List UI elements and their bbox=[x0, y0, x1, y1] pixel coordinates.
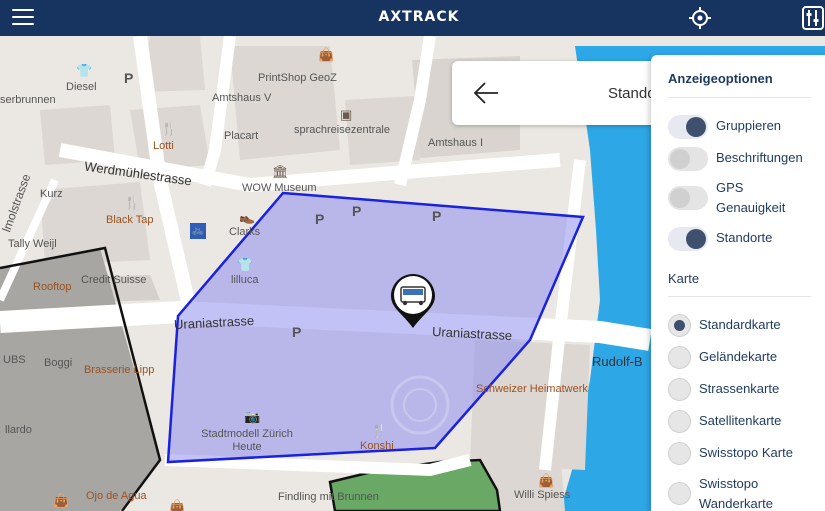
toggle-switch[interactable] bbox=[668, 227, 708, 251]
arrow-left-icon[interactable] bbox=[472, 81, 500, 105]
display-options-panel: Anzeigeoptionen Gruppieren Beschriftunge… bbox=[651, 55, 825, 511]
parking-icon: P bbox=[352, 203, 362, 219]
place-label: Schweizer Heimatwerk bbox=[476, 383, 588, 395]
place-label: llardo bbox=[5, 424, 32, 436]
place-label: Boggi bbox=[44, 357, 73, 369]
place-label: lilluca bbox=[231, 274, 259, 286]
place-label: Black Tap bbox=[106, 214, 154, 226]
shop-icon: 👜 bbox=[169, 499, 186, 511]
radio-street-map[interactable]: Strassenkarte bbox=[668, 378, 818, 402]
radio-label: Standardkarte bbox=[699, 317, 781, 332]
place-label: Rooftop bbox=[33, 281, 72, 293]
radio-terrain-map[interactable]: Geländekarte bbox=[668, 346, 818, 370]
place-label: Placart bbox=[224, 130, 259, 142]
radio-swisstopo-map[interactable]: Swisstopo Karte bbox=[668, 442, 818, 466]
crosshair-icon[interactable] bbox=[688, 6, 712, 30]
radio-button[interactable] bbox=[668, 482, 691, 505]
place-label: Clarks bbox=[229, 226, 261, 238]
sliders-icon[interactable] bbox=[800, 4, 824, 32]
place-label: Brasserie Lipp bbox=[84, 364, 155, 376]
clothes-icon: 👕 bbox=[76, 63, 93, 78]
toggle-locations[interactable]: Standorte bbox=[668, 226, 818, 252]
search-text[interactable]: Standorte bbox=[608, 85, 652, 102]
place-label: Stadtmodell Zürich Heute bbox=[201, 428, 293, 453]
street-label: Rudolf-B bbox=[592, 354, 643, 369]
building-icon: ▣ bbox=[340, 107, 353, 122]
toggle-switch[interactable] bbox=[668, 147, 708, 171]
divider bbox=[668, 97, 811, 98]
radio-button[interactable] bbox=[668, 442, 691, 465]
toggle-label: GPS Genauigkeit bbox=[716, 180, 786, 215]
radio-label: Geländekarte bbox=[699, 349, 778, 364]
toggle-label: Beschriftungen bbox=[716, 150, 803, 165]
divider bbox=[668, 296, 811, 297]
radio-label: Strassenkarte bbox=[699, 381, 780, 396]
place-label: Diesel bbox=[66, 81, 97, 93]
place-label: Kurz bbox=[40, 188, 63, 200]
restaurant-icon: 🍴 bbox=[371, 423, 388, 438]
place-label: Amtshaus I bbox=[428, 137, 484, 149]
shop-icon: 👜 bbox=[318, 47, 335, 62]
radio-button[interactable] bbox=[668, 378, 691, 401]
museum-icon: 🏛 bbox=[272, 164, 289, 179]
radio-button[interactable] bbox=[668, 346, 691, 369]
toggle-gps-accuracy[interactable]: GPS Genauigkeit bbox=[668, 178, 818, 218]
radio-satellite-map[interactable]: Satellitenkarte bbox=[668, 410, 818, 434]
place-label: Credit Suisse bbox=[81, 274, 147, 286]
restaurant-icon: 🍴 bbox=[124, 195, 141, 210]
radio-swisstopo-hiking-map[interactable]: Swisstopo Wanderkarte bbox=[668, 474, 818, 511]
place-label: Findling mit Brunnen bbox=[278, 491, 379, 503]
radio-label: Satellitenkarte bbox=[699, 413, 782, 428]
radio-label: Swisstopo Karte bbox=[699, 445, 793, 460]
radio-button[interactable] bbox=[668, 314, 691, 337]
place-label: Willi Spiess bbox=[514, 489, 571, 501]
place-label: Tally Weijl bbox=[8, 238, 57, 250]
place-label: WOW Museum bbox=[242, 182, 317, 194]
display-options-heading: Anzeigeoptionen bbox=[668, 71, 773, 86]
toggle-switch[interactable] bbox=[668, 115, 708, 139]
shop-icon: 👜 bbox=[53, 493, 70, 508]
place-label: Lotti bbox=[153, 140, 174, 152]
toggle-label: Gruppieren bbox=[716, 118, 782, 133]
parking-icon: P bbox=[432, 208, 442, 224]
place-label: UBS bbox=[3, 354, 26, 366]
place-label: Konshi bbox=[360, 440, 394, 452]
search-panel: Standorte bbox=[452, 61, 672, 125]
place-label: sprachreisezentrale bbox=[294, 124, 390, 136]
place-label: serbrunnen bbox=[0, 94, 56, 106]
camera-icon: 📷 bbox=[244, 409, 261, 424]
radio-button[interactable] bbox=[668, 410, 691, 433]
bicycle-icon: 🚲 bbox=[190, 223, 206, 239]
toggle-switch[interactable] bbox=[668, 186, 708, 210]
radio-label: Swisstopo Wanderkarte bbox=[699, 476, 773, 511]
parking-icon: P bbox=[292, 324, 302, 340]
map-type-heading: Karte bbox=[668, 271, 700, 286]
parking-icon: P bbox=[315, 211, 325, 227]
parking-icon: P bbox=[124, 70, 134, 86]
shop-icon: 👜 bbox=[538, 473, 555, 488]
place-label: Ojo de Agua bbox=[86, 490, 147, 502]
radio-standard-map[interactable]: Standardkarte bbox=[668, 314, 818, 338]
toggle-grouping[interactable]: Gruppieren bbox=[668, 114, 818, 140]
place-label: Amtshaus V bbox=[212, 92, 272, 104]
toggle-label: Standorte bbox=[716, 230, 773, 245]
toggle-labels[interactable]: Beschriftungen bbox=[668, 146, 818, 172]
bus-marker-icon[interactable] bbox=[389, 272, 437, 330]
top-bar: AXTRACK bbox=[0, 0, 825, 36]
shoe-icon: 👞 bbox=[239, 209, 256, 224]
place-label: PrintShop GeoZ bbox=[258, 72, 337, 84]
restaurant-icon: 🍴 bbox=[161, 121, 178, 136]
clothes-icon: 👕 bbox=[237, 257, 254, 272]
